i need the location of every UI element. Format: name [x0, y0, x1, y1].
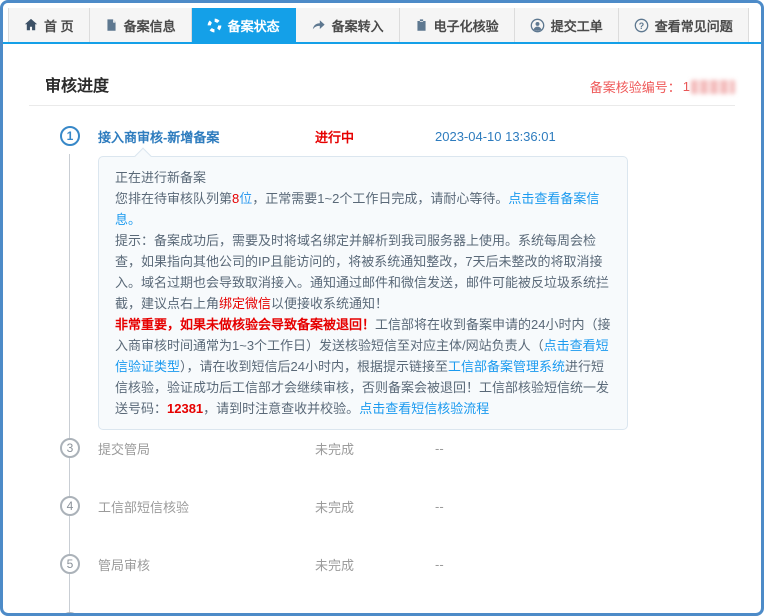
tab-electronic-verification[interactable]: 电子化核验 [400, 8, 515, 42]
tab-submit-ticket[interactable]: 提交工单 [515, 8, 619, 42]
timeline-connector-line [69, 154, 70, 616]
step-time: -- [435, 557, 444, 572]
step-label: 提交管局 [98, 439, 315, 458]
step-row-isp-review: 1 接入商审核-新增备案 进行中 2023-04-10 13:36:01 [60, 126, 735, 146]
heading-row: 审核进度 备案核验编号：1 [29, 72, 735, 96]
verify-number-visible-digit: 1 [683, 79, 690, 94]
document-icon [105, 18, 118, 32]
content-area: 审核进度 备案核验编号：1 1 接入商审核-新增备案 进行中 2023-04-1… [3, 72, 761, 616]
verify-number-redacted [691, 80, 735, 94]
heading-divider [29, 105, 735, 106]
page: 首 页 备案信息 备案状态 备案转入 电子化核验 [0, 0, 764, 616]
notice-line-1: 正在进行新备案 [115, 167, 611, 188]
text-segment: 您排在待审核队列第 [115, 191, 232, 206]
verify-number: 备案核验编号：1 [590, 77, 735, 96]
svg-text:?: ? [638, 20, 643, 30]
top-nav: 首 页 备案信息 备案状态 备案转入 电子化核验 [3, 3, 761, 44]
step1-notice-box: 正在进行新备案 您排在待审核队列第8位，正常需要1~2个工作日完成，请耐心等待。… [98, 156, 628, 430]
step-label: 接入商审核-新增备案 [98, 127, 315, 146]
step-number-badge: 4 [60, 496, 80, 516]
step-status: 未完成 [315, 555, 435, 574]
text-segment: 绑定微信 [219, 296, 271, 311]
step-number-badge: 5 [60, 554, 80, 574]
step-row-submit-authority: 3 提交管局 未完成 -- [60, 438, 735, 458]
home-icon [24, 18, 38, 32]
tab-label: 备案转入 [332, 16, 384, 35]
tab-label: 查看常见问题 [655, 16, 733, 35]
clipboard-icon [415, 18, 428, 32]
step-time: 2023-04-10 13:36:01 [435, 129, 556, 144]
question-icon: ? [634, 18, 649, 33]
step-status: 未完成 [315, 613, 435, 616]
transfer-arrow-icon [311, 18, 326, 32]
tab-label: 备案信息 [124, 16, 176, 35]
notice-paragraph-tip: 提示：备案成功后，需要及时将域名绑定并解析到我司服务器上使用。系统每周会检查，如… [115, 230, 611, 314]
tab-home[interactable]: 首 页 [8, 8, 90, 42]
tab-filing-transfer[interactable]: 备案转入 [296, 8, 400, 42]
step-time: -- [435, 441, 444, 456]
status-wheel-icon [207, 18, 222, 33]
text-segment: 以便接收系统通知！ [271, 296, 388, 311]
inline-link[interactable]: 点击查看短信核验流程 [359, 401, 489, 416]
notice-paragraph-important: 非常重要，如果未做核验会导致备案被退回！工信部将在收到备案申请的24小时内（接入… [115, 314, 611, 419]
inline-link[interactable]: 工信部备案管理系统 [448, 359, 565, 374]
text-segment: 位 [239, 191, 252, 206]
user-ticket-icon [530, 18, 545, 33]
text-segment: ，正常需要1~2个工作日完成，请耐心等待。 [252, 191, 508, 206]
page-title: 审核进度 [45, 72, 109, 96]
step-label: 工信部短信核验 [98, 497, 315, 516]
verify-number-label: 备案核验编号： [590, 77, 681, 96]
text-segment: 正在进行新备案 [115, 170, 206, 185]
step-label: 管局审核 [98, 555, 315, 574]
step-status: 未完成 [315, 497, 435, 516]
tab-label: 备案状态 [228, 16, 280, 35]
text-segment: ），请在收到短信后24小时内，根据提示链接至 [180, 359, 448, 374]
step-status: 进行中 [315, 127, 435, 146]
text-segment: ，请到时注意查收并校验。 [203, 401, 359, 416]
step-number-badge: 6 [60, 612, 80, 616]
text-segment: 非常重要，如果未做核验会导致备案被退回！ [115, 317, 375, 332]
notice-notch [135, 148, 152, 165]
tab-label: 电子化核验 [434, 16, 499, 35]
notice-line-2: 您排在待审核队列第8位，正常需要1~2个工作日完成，请耐心等待。点击查看备案信息… [115, 188, 611, 230]
step-label: 管局审核结果 [98, 613, 315, 616]
tab-label: 首 页 [44, 16, 74, 35]
text-segment: 12381 [167, 401, 203, 416]
tab-label: 提交工单 [551, 16, 603, 35]
step-number-badge: 1 [60, 126, 80, 146]
tab-faq[interactable]: ? 查看常见问题 [619, 8, 749, 42]
step-number-badge: 3 [60, 438, 80, 458]
step-status: 未完成 [315, 439, 435, 458]
step-row-authority-review-result: 6 管局审核结果 未完成 -- [60, 612, 735, 616]
step-row-authority-review: 5 管局审核 未完成 -- [60, 554, 735, 574]
step-time: -- [435, 499, 444, 514]
tab-filing-status[interactable]: 备案状态 [192, 8, 296, 42]
step-row-miit-sms-verification: 4 工信部短信核验 未完成 -- [60, 496, 735, 516]
tab-filing-info[interactable]: 备案信息 [90, 8, 192, 42]
review-progress-timeline: 1 接入商审核-新增备案 进行中 2023-04-10 13:36:01 正在进… [29, 126, 735, 616]
